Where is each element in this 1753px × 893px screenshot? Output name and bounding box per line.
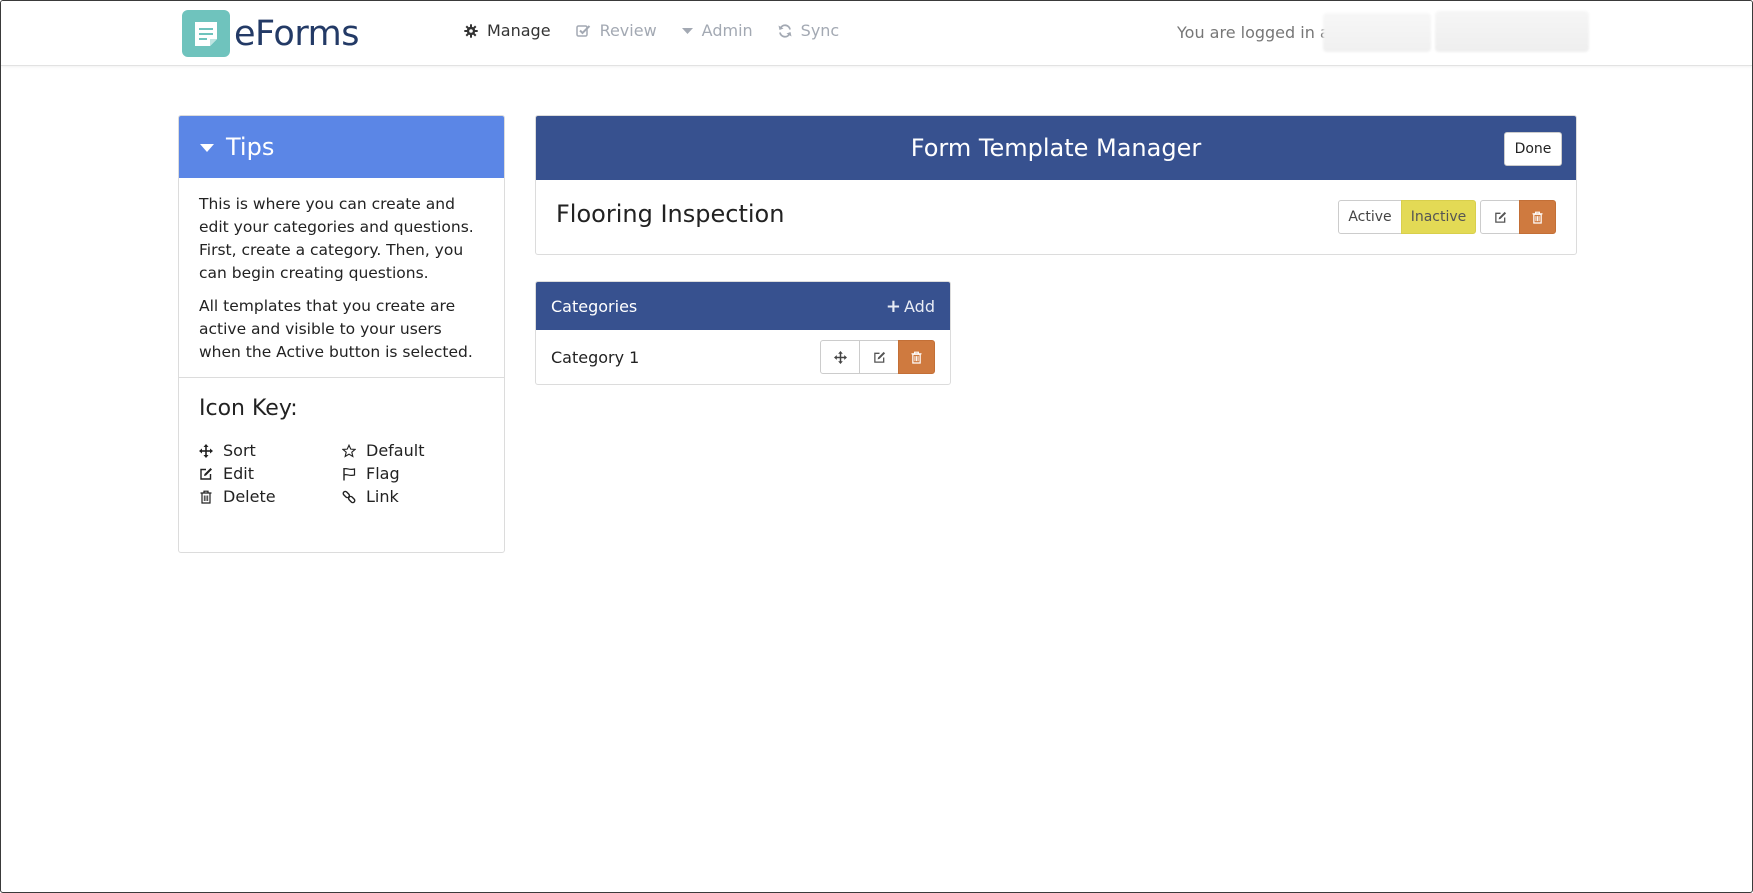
icon-key-label: Link: [366, 487, 399, 506]
categories-title: Categories: [551, 296, 638, 316]
edit-icon: [199, 467, 213, 481]
sort-category-button[interactable]: [820, 340, 860, 374]
check-square-icon: [575, 24, 591, 38]
plus-icon: +: [885, 295, 902, 317]
category-actions-group: [820, 340, 935, 374]
link-icon: [342, 490, 356, 504]
redacted-account-menu[interactable]: [1435, 11, 1589, 52]
flag-icon: [342, 467, 356, 481]
icon-key-item: Flag: [342, 462, 482, 485]
edit-category-button[interactable]: [859, 340, 899, 374]
template-actions-group: [1480, 200, 1556, 234]
tips-paragraph: All templates that you create are active…: [199, 297, 473, 361]
app-window: eForms Manage Review Admin Sync You are …: [0, 0, 1753, 893]
nav-manage-label: Manage: [487, 21, 551, 40]
arrows-move-icon: [833, 350, 847, 364]
manager-title: Form Template Manager: [910, 134, 1202, 162]
app-name: eForms: [234, 13, 359, 54]
edit-template-button[interactable]: [1480, 200, 1520, 234]
login-status-text: You are logged in as: [1177, 23, 1339, 42]
logo-form-icon: [182, 10, 230, 57]
redacted-username: [1323, 13, 1431, 52]
icon-key-title: Icon Key:: [199, 396, 298, 421]
category-name: Category 1: [551, 348, 640, 367]
tips-toggle[interactable]: Tips: [179, 116, 504, 178]
tips-panel: Tips This is where you can create and ed…: [178, 115, 505, 553]
icon-key-item: Default: [342, 439, 482, 462]
inactive-button[interactable]: Inactive: [1401, 200, 1476, 234]
edit-icon: [873, 351, 886, 364]
delete-category-button[interactable]: [898, 340, 935, 374]
add-category-button[interactable]: + Add: [886, 296, 935, 317]
template-name: Flooring Inspection: [556, 200, 785, 228]
star-icon: [342, 443, 356, 458]
arrows-move-icon: [199, 443, 213, 458]
tips-body: This is where you can create and edit yo…: [179, 178, 504, 364]
icon-key: Icon Key: Sort Default Edit Flag Delete …: [179, 378, 504, 508]
icon-key-label: Sort: [223, 441, 256, 460]
nav-manage[interactable]: Manage: [464, 21, 551, 40]
done-button[interactable]: Done: [1504, 132, 1562, 166]
icon-key-label: Default: [366, 441, 425, 460]
active-button[interactable]: Active: [1338, 200, 1402, 234]
gear-icon: [464, 23, 478, 38]
nav-sync-label: Sync: [800, 21, 840, 40]
top-navbar: eForms Manage Review Admin Sync You are …: [1, 1, 1752, 66]
status-toggle-group: Active Inactive: [1338, 200, 1476, 234]
icon-key-item: Sort: [199, 439, 342, 462]
icon-key-grid: Sort Default Edit Flag Delete Link: [199, 439, 484, 508]
nav-review-label: Review: [599, 21, 657, 40]
icon-key-label: Flag: [366, 464, 400, 483]
list-item: Category 1: [536, 330, 950, 385]
categories-header: Categories + Add: [536, 282, 950, 330]
nav-sync[interactable]: Sync: [778, 21, 840, 40]
edit-icon: [1494, 211, 1507, 224]
main-nav: Manage Review Admin Sync: [464, 21, 864, 40]
icon-key-item: Edit: [199, 462, 342, 485]
trash-icon: [911, 351, 922, 364]
tips-title: Tips: [226, 133, 275, 161]
icon-key-item: Delete: [199, 485, 342, 508]
refresh-icon: [778, 23, 792, 38]
tips-paragraph: This is where you can create and edit yo…: [199, 195, 474, 282]
form-template-manager-panel: Form Template Manager Done Flooring Insp…: [535, 115, 1577, 255]
caret-down-icon: [681, 27, 693, 35]
icon-key-item: Link: [342, 485, 482, 508]
nav-admin[interactable]: Admin: [681, 21, 753, 40]
caret-down-icon: [200, 144, 214, 152]
nav-review[interactable]: Review: [575, 21, 657, 40]
app-logo[interactable]: eForms: [182, 10, 359, 57]
delete-template-button[interactable]: [1519, 200, 1556, 234]
trash-icon: [199, 490, 213, 504]
nav-admin-label: Admin: [701, 21, 753, 40]
icon-key-label: Edit: [223, 464, 254, 483]
categories-panel: Categories + Add Category 1: [535, 281, 951, 385]
add-category-label: Add: [904, 296, 935, 316]
trash-icon: [1532, 211, 1543, 224]
icon-key-label: Delete: [223, 487, 276, 506]
manager-header: Form Template Manager Done: [536, 116, 1576, 180]
